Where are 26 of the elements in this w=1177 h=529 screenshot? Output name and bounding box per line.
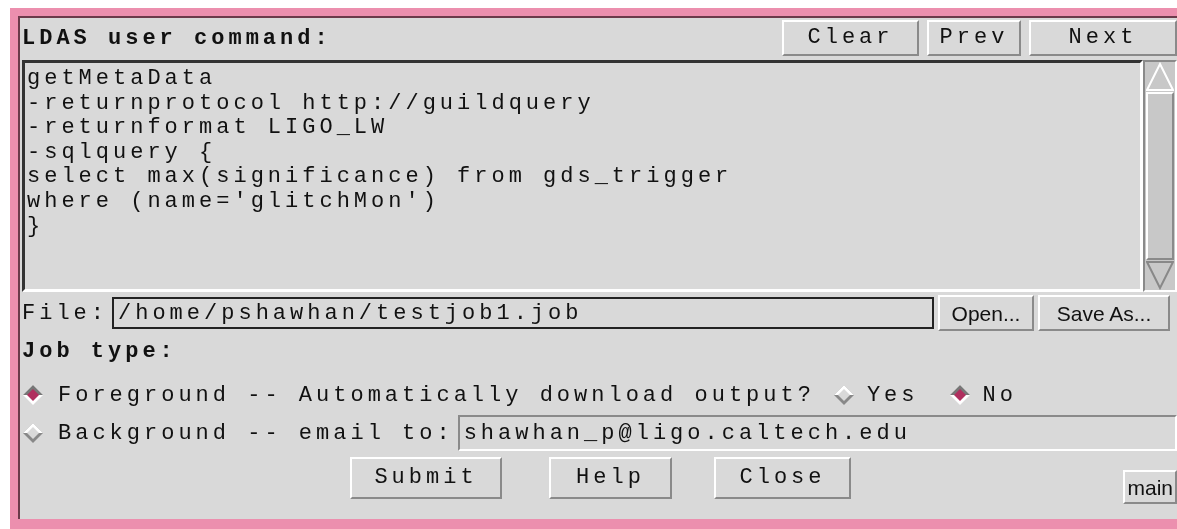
section-label: Job type:: [22, 338, 178, 366]
radio-label[interactable]: No: [982, 378, 1017, 412]
file-button[interactable]: Open...: [938, 295, 1034, 331]
toolbar-button[interactable]: Prev: [927, 20, 1021, 56]
window-title: LDAS user command:: [22, 24, 332, 53]
action-button[interactable]: Close: [714, 457, 851, 499]
email-field[interactable]: shawhan_p@ligo.caltech.edu: [457, 415, 1177, 451]
action-button[interactable]: Help: [549, 457, 672, 499]
down-arrow-icon[interactable]: [1146, 260, 1174, 290]
scrollbar-thumb[interactable]: [1146, 92, 1174, 260]
toolbar-button[interactable]: Clear: [782, 20, 919, 56]
radio-label[interactable]: Foreground -- Automatically download output?: [58, 378, 815, 412]
scrollbar[interactable]: [1143, 60, 1177, 292]
action-button[interactable]: Submit: [350, 457, 502, 499]
radio-label[interactable]: Yes: [866, 378, 919, 412]
field-label: File:: [22, 299, 108, 328]
radio-button[interactable]: [22, 422, 44, 444]
radio-label[interactable]: Background -- email to:: [58, 416, 454, 450]
radio-button[interactable]: [22, 384, 44, 406]
main-button[interactable]: main: [1123, 470, 1177, 504]
radio-button[interactable]: [948, 384, 971, 406]
command-field[interactable]: getMetaData -returnprotocol http://guildquery -returnformat LIGO_LW -sqlquery { select max(significance) from gds_trigger where (name='glitchMon') }: [22, 60, 1143, 292]
file-path-field[interactable]: /home/pshawhan/testjob1.job: [112, 297, 934, 329]
toolbar-button[interactable]: Next: [1029, 20, 1177, 56]
file-button[interactable]: Save As...: [1038, 295, 1170, 331]
radio-button[interactable]: [832, 384, 855, 406]
